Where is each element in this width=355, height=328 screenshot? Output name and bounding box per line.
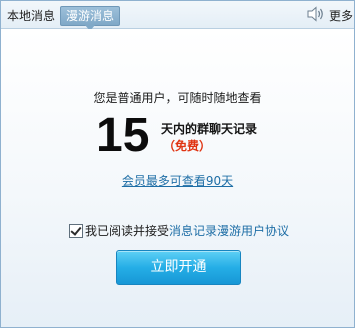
days-number: 15 <box>96 109 150 162</box>
roaming-message-panel: 本地消息 漫游消息 更多 您是普通用户，可随时随地查看 15 天内的群聊天记录 … <box>0 0 355 328</box>
open-now-button[interactable]: 立即开通 <box>116 250 241 285</box>
days-description: 天内的群聊天记录 <box>161 122 258 136</box>
vip-info-link[interactable]: 会员最多可查看90天 <box>1 172 354 189</box>
free-badge: （免费） <box>163 139 212 153</box>
agreement-checkbox[interactable] <box>69 224 83 238</box>
agreement-prefix: 我已阅读并接受 <box>85 224 170 238</box>
tab-bar: 本地消息 漫游消息 更多 <box>1 1 354 31</box>
check-icon <box>70 224 82 236</box>
user-status-text: 您是普通用户，可随时随地查看 <box>93 91 262 105</box>
roaming-content: 您是普通用户，可随时随地查看 15 天内的群聊天记录 （免费） 会员最多可查看9… <box>1 29 354 327</box>
tab-roaming-messages[interactable]: 漫游消息 <box>60 6 121 31</box>
more-menu[interactable]: 更多 <box>329 7 353 24</box>
agreement-link[interactable]: 消息记录漫游用户协议 <box>169 224 289 238</box>
agreement-row: 我已阅读并接受消息记录漫游用户协议 <box>69 223 289 239</box>
speaker-icon[interactable] <box>306 6 326 22</box>
tab-local-messages[interactable]: 本地消息 <box>7 7 55 24</box>
